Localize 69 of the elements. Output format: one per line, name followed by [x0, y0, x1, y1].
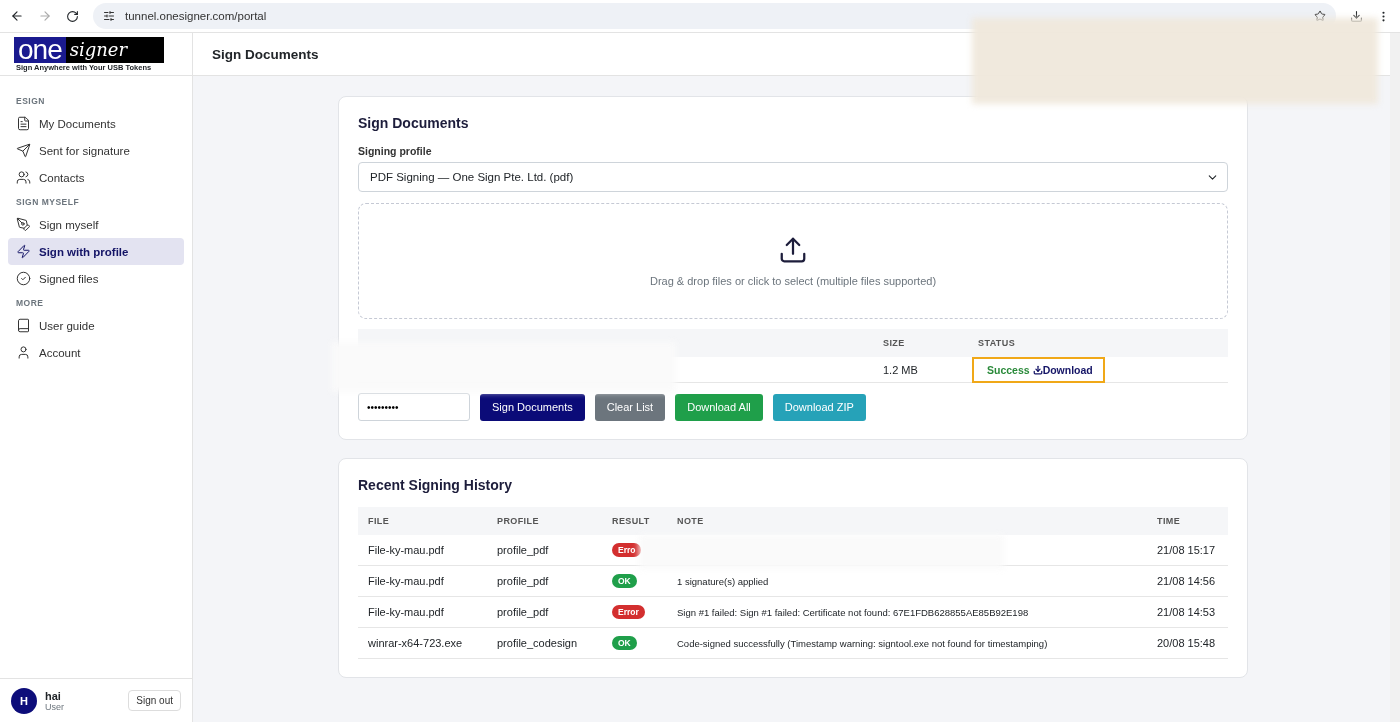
lightning-icon — [16, 244, 31, 259]
drop-zone[interactable]: Drag & drop files or click to select (multiple files supported) — [358, 203, 1228, 319]
column-header: STATUS — [968, 329, 1228, 357]
check-circle-icon — [16, 271, 31, 286]
table-cell: profile_codesign — [487, 628, 602, 659]
table-cell: winrar-x64-723.exe — [358, 628, 487, 659]
table-cell: 21/08 14:56 — [1147, 566, 1228, 597]
section-heading: MORE — [15, 297, 45, 310]
document-icon — [16, 116, 31, 131]
action-button[interactable]: Clear List — [594, 393, 666, 421]
user-name: hai — [45, 689, 62, 702]
sidebar-item[interactable]: Sign with profile — [8, 238, 184, 265]
paper-plane-icon — [16, 143, 31, 158]
note-text: 1 signature(s) applied — [677, 575, 769, 587]
card-title: Sign Documents — [358, 115, 470, 131]
sidebar-item[interactable]: Contacts — [8, 164, 184, 191]
card-title: Recent Signing History — [358, 477, 514, 493]
drop-zone-text: Drag & drop files or click to select (multiple files supported) — [649, 275, 937, 287]
column-header: PROFILE — [487, 507, 602, 535]
page-title: Sign Documents — [212, 46, 319, 62]
section-heading: ESIGN — [15, 95, 46, 108]
scrollbar[interactable] — [1390, 33, 1400, 722]
back-icon[interactable] — [10, 9, 24, 23]
note-text: Code-signed successfully (Timestamp warning: signtool.exe not found for timestamping) — [677, 637, 1048, 649]
user-role: User — [45, 701, 64, 712]
people-icon — [16, 170, 31, 185]
action-button[interactable]: Sign Documents — [480, 393, 585, 421]
table-cell: 20/08 15:48 — [1147, 628, 1228, 659]
profile-select[interactable]: PDF Signing — One Sign Pte. Ltd. (pdf) — [358, 162, 1228, 192]
result-badge: Erro — [612, 543, 642, 557]
table-cell: File-ky-mau.pdf — [358, 597, 487, 628]
sign-out-button[interactable]: Sign out — [128, 690, 181, 711]
book-icon — [16, 318, 31, 333]
reload-icon[interactable] — [66, 9, 79, 23]
section-heading: SIGN MYSELF — [15, 196, 81, 209]
url-text: tunnel.onesigner.com/portal — [125, 10, 267, 22]
sidebar-item[interactable]: My Documents — [8, 110, 184, 137]
status-cell: Success Download — [972, 356, 1105, 383]
person-icon — [16, 345, 31, 360]
field-label: Signing profile — [358, 145, 433, 157]
result-badge: OK — [612, 574, 637, 588]
pen-icon — [16, 217, 31, 232]
result-badge: OK — [612, 636, 637, 650]
column-header: RESULT — [602, 507, 667, 535]
table-cell: File-ky-mau.pdf — [358, 566, 487, 597]
table-cell: profile_pdf — [487, 566, 602, 597]
password-field[interactable]: ••••••••• — [358, 393, 470, 421]
sidebar-item[interactable]: Account — [8, 339, 184, 366]
sidebar-item[interactable]: Sent for signature — [8, 137, 184, 164]
table-cell: profile_pdf — [487, 535, 602, 566]
result-badge: Error — [612, 605, 645, 619]
column-header: TIME — [1147, 507, 1228, 535]
user-avatar: H — [11, 687, 37, 714]
download-icon — [1032, 364, 1043, 375]
sidebar-item[interactable]: Sign myself — [8, 211, 184, 238]
sidebar-item[interactable]: Signed files — [8, 265, 184, 292]
note-text: Sign #1 failed: Sign #1 failed: Certificate not found: 67E1FDB628855AE85B92E198 — [677, 606, 1029, 618]
column-header: FILE — [358, 507, 487, 535]
column-header: NOTE — [667, 507, 1147, 535]
download-link[interactable]: Download — [1032, 363, 1093, 376]
column-header: SIZE — [873, 329, 968, 357]
table-cell: 21/08 14:53 — [1147, 597, 1228, 628]
table-cell: 21/08 15:17 — [1147, 535, 1228, 566]
upload-icon — [778, 235, 808, 265]
table-cell: File-ky-mau.pdf — [358, 535, 487, 566]
table-cell: profile_pdf — [487, 597, 602, 628]
table-cell: 1.2 MB — [873, 357, 968, 383]
sidebar-item[interactable]: User guide — [8, 312, 184, 339]
site-settings-icon[interactable] — [103, 10, 115, 22]
